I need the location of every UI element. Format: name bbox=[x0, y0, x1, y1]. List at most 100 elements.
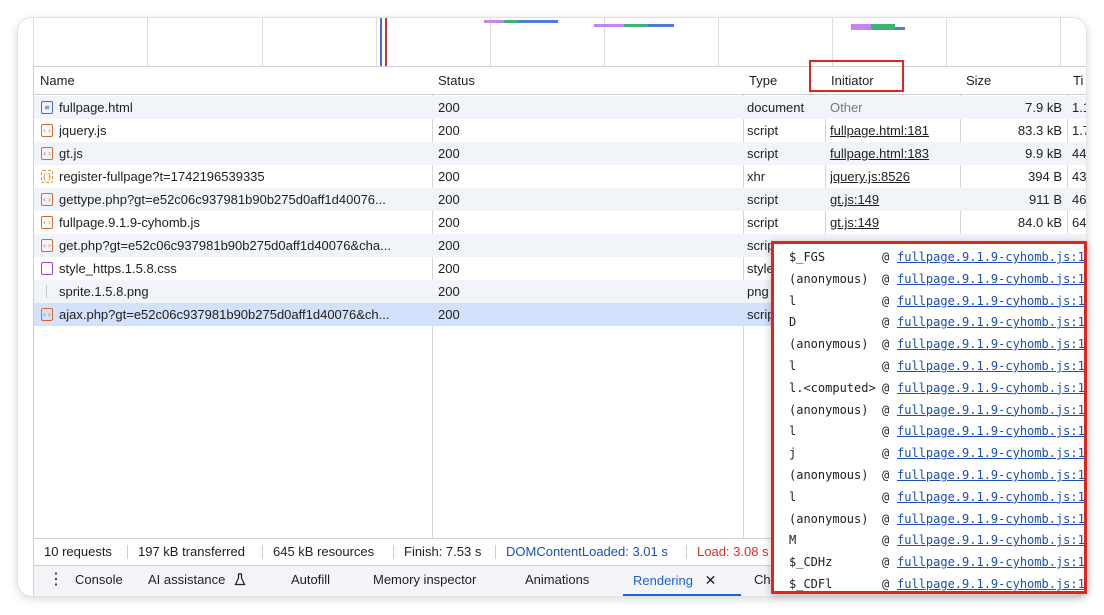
call-stack-function: (anonymous) bbox=[789, 511, 869, 526]
request-name-cell: get.php?gt=e52c06c937981b90b275d0aff1d40… bbox=[59, 238, 391, 253]
timeline-bar bbox=[484, 20, 504, 23]
request-status-cell: 200 bbox=[438, 146, 460, 161]
call-stack-source-link[interactable]: fullpage.9.1.9-cyhomb.js:1 bbox=[897, 486, 1084, 508]
tab-rendering-label: Rendering bbox=[633, 573, 693, 588]
call-stack-source-link[interactable]: fullpage.9.1.9-cyhomb.js:1 bbox=[897, 246, 1084, 268]
table-row[interactable]: ≡ fullpage.html 200 document Other 7.9 kB 1.1 bbox=[34, 96, 1086, 119]
column-header-status[interactable]: Status bbox=[432, 67, 475, 95]
request-type-cell: document bbox=[747, 100, 805, 115]
call-stack-separator: @ bbox=[882, 359, 890, 373]
call-stack-separator: @ bbox=[882, 271, 890, 286]
request-initiator-cell[interactable]: fullpage.html:183 bbox=[830, 142, 956, 165]
call-stack-frame: $_CDHz @ fullpage.9.1.9-cyhomb.js:1 bbox=[774, 551, 1084, 573]
table-row[interactable]: ‹› fullpage.9.1.9-cyhomb.js 200 script gt.js… bbox=[34, 211, 1086, 234]
summary-requests: 10 requests bbox=[44, 544, 112, 559]
table-row[interactable]: ‹› jquery.js 200 script fullpage.html:181 83.… bbox=[34, 119, 1086, 142]
call-stack-source-link[interactable]: fullpage.9.1.9-cyhomb.js:1 bbox=[897, 442, 1084, 464]
tab-animations[interactable]: Animations bbox=[525, 566, 589, 596]
request-name-cell: jquery.js bbox=[59, 123, 107, 138]
call-stack-function: l bbox=[789, 359, 797, 373]
summary-resources: 645 kB resources bbox=[273, 544, 375, 559]
call-stack-function: (anonymous) bbox=[789, 271, 869, 286]
call-stack-source-link[interactable]: fullpage.9.1.9-cyhomb.js:1 bbox=[897, 508, 1084, 530]
call-stack-frame: D @ fullpage.9.1.9-cyhomb.js:1 bbox=[774, 311, 1084, 333]
network-overview-timeline[interactable] bbox=[18, 18, 1086, 66]
call-stack-source-link[interactable]: fullpage.9.1.9-cyhomb.js:1 bbox=[897, 268, 1084, 290]
call-stack-separator: @ bbox=[882, 577, 890, 591]
call-stack-frame: M @ fullpage.9.1.9-cyhomb.js:1 bbox=[774, 529, 1084, 551]
call-stack-source-link[interactable]: fullpage.9.1.9-cyhomb.js:1 bbox=[897, 420, 1084, 442]
call-stack-source-link[interactable]: fullpage.9.1.9-cyhomb.js:1 bbox=[897, 290, 1084, 312]
request-name-cell: style_https.1.5.8.css bbox=[59, 261, 177, 276]
call-stack-separator: @ bbox=[882, 337, 890, 352]
call-stack-source-link[interactable]: fullpage.9.1.9-cyhomb.js:1 bbox=[897, 464, 1084, 486]
summary-separator bbox=[262, 545, 263, 559]
call-stack-source-link[interactable]: fullpage.9.1.9-cyhomb.js:1 bbox=[897, 399, 1084, 421]
call-stack-source-link[interactable]: fullpage.9.1.9-cyhomb.js:1 bbox=[897, 311, 1084, 333]
request-status-cell: 200 bbox=[438, 169, 460, 184]
call-stack-separator: @ bbox=[882, 315, 890, 330]
column-header-size[interactable]: Size bbox=[960, 67, 991, 95]
request-initiator-cell[interactable]: gt.js:149 bbox=[830, 211, 956, 234]
table-header: Name Status Type Initiator Size Ti bbox=[34, 67, 1086, 95]
tab-ai-assistance[interactable]: AI assistance bbox=[148, 566, 246, 596]
request-name-cell: gettype.php?gt=e52c06c937981b90b275d0aff… bbox=[59, 192, 386, 207]
column-header-type[interactable]: Type bbox=[743, 67, 777, 95]
timeline-divider bbox=[376, 18, 377, 66]
call-stack-function: l.<computed> bbox=[789, 380, 876, 395]
load-event-marker bbox=[385, 18, 387, 66]
request-initiator-cell[interactable]: gt.js:149 bbox=[830, 188, 956, 211]
summary-load: Load: 3.08 s bbox=[697, 544, 769, 559]
timeline-bar bbox=[648, 24, 674, 27]
script-file-icon: ‹› bbox=[41, 147, 53, 160]
tab-rendering[interactable]: Rendering ✕ bbox=[623, 566, 741, 596]
dom-content-loaded-marker bbox=[380, 18, 382, 66]
summary-separator bbox=[495, 545, 496, 559]
call-stack-source-link[interactable]: fullpage.9.1.9-cyhomb.js:1 bbox=[897, 573, 1084, 591]
request-name-cell: ajax.php?gt=e52c06c937981b90b275d0aff1d4… bbox=[59, 307, 390, 322]
summary-separator bbox=[686, 545, 687, 559]
call-stack-source-link[interactable]: fullpage.9.1.9-cyhomb.js:1 bbox=[897, 355, 1084, 377]
request-name-cell: sprite.1.5.8.png bbox=[59, 284, 149, 299]
document-file-icon: ≡ bbox=[41, 101, 53, 114]
tab-console[interactable]: Console bbox=[75, 566, 123, 596]
table-row[interactable]: ‹› gt.js 200 script fullpage.html:183 9.9 kB 4… bbox=[34, 142, 1086, 165]
call-stack-separator: @ bbox=[882, 511, 890, 526]
call-stack-function: l bbox=[789, 424, 797, 439]
summary-domcontentloaded: DOMContentLoaded: 3.01 s bbox=[506, 544, 668, 559]
request-initiator-cell[interactable]: fullpage.html:181 bbox=[830, 119, 956, 142]
request-initiator-cell[interactable]: jquery.js:8526 bbox=[830, 165, 956, 188]
tab-autofill[interactable]: Autofill bbox=[291, 566, 330, 596]
call-stack-separator: @ bbox=[882, 533, 890, 548]
table-row[interactable]: {} register-fullpage?t=1742196539335 200 xh… bbox=[34, 165, 1086, 188]
script-file-icon: ‹› bbox=[41, 193, 53, 206]
call-stack-source-link[interactable]: fullpage.9.1.9-cyhomb.js:1 bbox=[897, 551, 1084, 573]
call-stack-function: l bbox=[789, 293, 797, 308]
call-stack-frame: l @ fullpage.9.1.9-cyhomb.js:1 bbox=[774, 290, 1084, 312]
tab-memory-inspector[interactable]: Memory inspector bbox=[373, 566, 476, 596]
request-time-cell: 43 bbox=[1072, 169, 1086, 184]
request-name-cell: fullpage.html bbox=[59, 100, 133, 115]
request-status-cell: 200 bbox=[438, 100, 460, 115]
script-file-icon: ‹› bbox=[41, 239, 53, 252]
summary-finish: Finish: 7.53 s bbox=[404, 544, 482, 559]
request-type-cell: xhr bbox=[747, 169, 766, 184]
image-file-icon bbox=[46, 285, 47, 298]
column-header-name[interactable]: Name bbox=[34, 67, 75, 95]
request-status-cell: 200 bbox=[438, 192, 460, 207]
kebab-menu-icon[interactable]: ⋮ bbox=[48, 566, 64, 596]
table-row[interactable]: ‹› gettype.php?gt=e52c06c937981b90b275d0a… bbox=[34, 188, 1086, 211]
close-icon[interactable]: ✕ bbox=[705, 572, 717, 588]
request-status-cell: 200 bbox=[438, 307, 460, 322]
call-stack-separator: @ bbox=[882, 424, 890, 439]
call-stack-source-link[interactable]: fullpage.9.1.9-cyhomb.js:1 bbox=[897, 333, 1084, 355]
call-stack-function: D bbox=[789, 315, 797, 330]
call-stack-source-link[interactable]: fullpage.9.1.9-cyhomb.js:1 bbox=[897, 377, 1084, 399]
column-header-time[interactable]: Ti bbox=[1067, 67, 1083, 95]
request-status-cell: 200 bbox=[438, 238, 460, 253]
call-stack-function: j bbox=[789, 446, 797, 461]
timeline-bar bbox=[851, 24, 871, 30]
call-stack-source-link[interactable]: fullpage.9.1.9-cyhomb.js:1 bbox=[897, 529, 1084, 551]
request-size-cell: 7.9 kB bbox=[1025, 100, 1062, 115]
request-type-cell: script bbox=[747, 215, 779, 230]
